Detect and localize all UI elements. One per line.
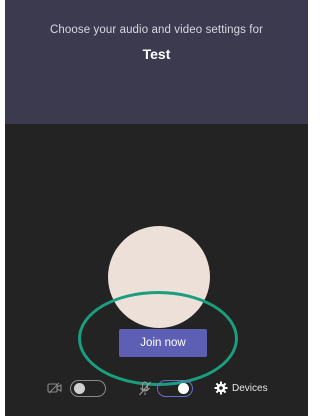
pre-join-window: Choose your audio and video settings for…: [5, 0, 308, 416]
devices-button-label[interactable]: Devices: [232, 383, 268, 394]
audio-toggle-knob: [178, 383, 189, 394]
settings-prompt: Choose your audio and video settings for: [49, 24, 264, 36]
mic-off-icon: [138, 381, 152, 396]
gear-icon[interactable]: [214, 381, 228, 395]
pre-join-header: Choose your audio and video settings for…: [5, 0, 308, 124]
video-toggle-knob: [74, 383, 85, 394]
meeting-title: Test: [142, 46, 171, 62]
video-preview: Join now Devices: [5, 124, 308, 416]
audio-toggle[interactable]: [157, 380, 193, 397]
camera-off-icon: [47, 382, 63, 394]
device-controls: Devices: [5, 374, 308, 404]
join-now-button[interactable]: Join now: [119, 329, 207, 357]
avatar: [108, 226, 210, 328]
video-toggle[interactable]: [70, 380, 106, 397]
